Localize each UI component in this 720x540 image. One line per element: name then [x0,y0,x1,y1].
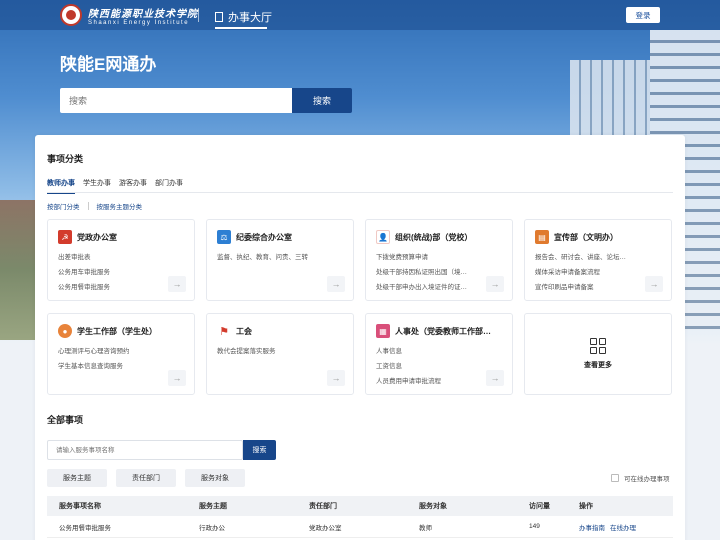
nav-active-indicator [215,27,267,29]
card-service-link[interactable]: 心理测评与心理咨询预约 [58,344,168,359]
logo-chinese-name: 陕西能源职业技术学院 [88,8,198,20]
card-service-link[interactable]: 处级干部申办出入境证件的证… [376,280,486,295]
logo-english-name: Shaanxi Energy Institute [88,19,190,26]
online-apply-link[interactable]: 在线办理 [610,525,636,532]
party-icon: ☭ [58,230,72,244]
subtab-by-department[interactable]: 按部门分类 [47,201,80,211]
header-divider [198,8,199,22]
service-theme: 行政办公 [199,524,225,532]
filter-theme[interactable]: 服务主题 [47,469,107,487]
checkbox-box [611,474,619,482]
service-search-button[interactable]: 搜索 [243,440,276,460]
card-service-link[interactable]: 媒体采访申请备案流程 [535,265,645,280]
card-service-link[interactable]: 公务用车审批服务 [58,265,168,280]
all-items-title: 全部事项 [47,415,84,425]
filter-target[interactable]: 服务对象 [185,469,245,487]
document-icon [215,12,223,22]
online-only-checkbox[interactable]: 可在线办理事项 [611,473,670,483]
service-visits: 149 [529,523,540,530]
login-button[interactable]: 登录 [626,7,660,23]
card-service-link[interactable]: 处级干部持因私证照出国（境… [376,265,486,280]
card-title: 组织(统战)部（党校） [395,232,473,242]
department-card[interactable]: 👤 组织(统战)部（党校） 下拨党费预算申请 处级干部持因私证照出国（境… 处级… [365,219,513,301]
department-card[interactable]: ▤ 宣传部（文明办） 报告会、研讨会、讲座、论坛… 媒体采访申请备案流程 宣传印… [524,219,672,301]
service-department: 党政办公室 [309,524,342,532]
arrow-right-icon[interactable]: → [486,370,504,386]
column-header: 访问量 [529,503,550,510]
tab-divider [47,192,673,193]
scales-icon: ⚖ [217,230,231,244]
card-service-link[interactable]: 教代会提案落实服务 [217,344,327,359]
card-service-link[interactable]: 人员费用申请审批流程 [376,374,486,389]
arrow-right-icon[interactable]: → [327,370,345,386]
service-actions: 办事指南 在线办理 [579,522,673,532]
column-header: 服务对象 [419,503,447,510]
logo-emblem-icon [60,4,82,26]
category-section-title: 事项分类 [47,154,84,164]
column-header: 责任部门 [309,503,337,510]
card-service-link[interactable]: 公务用餐审批服务 [58,280,168,295]
card-title: 工会 [236,326,252,336]
department-card[interactable]: ☭ 党政办公室 出差审批表 公务用车审批服务 公务用餐审批服务 → [47,219,195,301]
column-header: 操作 [579,503,593,510]
site-logo[interactable]: 陕西能源职业技术学院 Shaanxi Energy Institute [60,4,198,26]
arrow-right-icon[interactable]: → [168,370,186,386]
department-card[interactable]: ● 学生工作部（学生处） 心理测评与心理咨询预约 学生基本信息查询服务 → [47,313,195,395]
page-title: 陕能E网通办 [60,55,157,74]
view-more-card[interactable]: 查看更多 [524,313,672,395]
table-header: 服务事项名称 服务主题 责任部门 服务对象 访问量 操作 [47,496,673,516]
online-only-label: 可在线办理事项 [624,476,670,483]
megaphone-icon: ▤ [535,230,549,244]
view-more-label: 查看更多 [584,362,612,369]
subtab-by-theme[interactable]: 按服务主题分类 [97,201,143,211]
card-service-link[interactable]: 出差审批表 [58,250,168,265]
service-target: 教师 [419,524,432,532]
hero-search-input[interactable] [60,88,292,113]
flag-icon: ⚑ [219,325,229,338]
services-table: 服务事项名称 服务主题 责任部门 服务对象 访问量 操作 公务用餐审批服务 行政… [47,496,673,538]
nav-service-hall-label: 办事大厅 [228,12,272,24]
arrow-right-icon[interactable]: → [168,276,186,292]
department-card[interactable]: ⚑ 工会 教代会提案落实服务 → [206,313,354,395]
department-card[interactable]: ▦ 人事处（党委教师工作部… 人事信息 工资信息 人员费用申请审批流程 → [365,313,513,395]
hero-search-button[interactable]: 搜索 [292,88,352,113]
document-icon: ▦ [376,324,390,338]
top-bar: 陕西能源职业技术学院 Shaanxi Energy Institute 办事大厅… [0,0,720,30]
card-title: 学生工作部（学生处） [77,326,157,336]
card-service-link[interactable]: 宣传印刷品申请备案 [535,280,645,295]
arrow-right-icon[interactable]: → [486,276,504,292]
column-header: 服务主题 [199,503,227,510]
department-card[interactable]: ⚖ 纪委综合办公室 监督、执纪、教育、问责、三转 → [206,219,354,301]
arrow-right-icon[interactable]: → [645,276,663,292]
card-title: 宣传部（文明办） [554,232,618,242]
filter-chips: 服务主题 责任部门 服务对象 [47,469,245,487]
card-service-link[interactable]: 工资信息 [376,359,486,374]
arrow-right-icon[interactable]: → [327,276,345,292]
service-name[interactable]: 公务用餐审批服务 [47,522,199,532]
subtab-separator [87,202,89,210]
card-service-link[interactable]: 报告会、研讨会、讲座、论坛… [535,250,645,265]
card-service-link[interactable]: 下拨党费预算申请 [376,250,486,265]
card-title: 人事处（党委教师工作部… [395,326,491,336]
classification-subtabs: 按部门分类 按服务主题分类 [47,201,142,211]
nav-service-hall[interactable]: 办事大厅 [215,7,272,27]
student-icon: ● [58,324,72,338]
grid-icon [590,338,606,354]
filter-department[interactable]: 责任部门 [116,469,176,487]
card-service-link[interactable]: 人事信息 [376,344,486,359]
card-service-link[interactable]: 监督、执纪、教育、问责、三转 [217,250,327,265]
card-service-link[interactable]: 学生基本信息查询服务 [58,359,168,374]
person-icon: 👤 [376,230,390,244]
card-title: 纪委综合办公室 [236,232,292,242]
card-title: 党政办公室 [77,232,117,242]
main-panel: 事项分类 教师办事 学生办事 游客办事 部门办事 按部门分类 按服务主题分类 ☭… [35,135,685,540]
guide-link[interactable]: 办事指南 [579,525,605,532]
service-search-input[interactable] [47,440,243,460]
department-cards: ☭ 党政办公室 出差审批表 公务用车审批服务 公务用餐审批服务 → ⚖ 纪委综合… [47,219,673,395]
table-row: 公务用餐审批服务 行政办公 党政办公室 教师 149 办事指南 在线办理 [47,516,673,538]
column-header: 服务事项名称 [59,503,101,510]
